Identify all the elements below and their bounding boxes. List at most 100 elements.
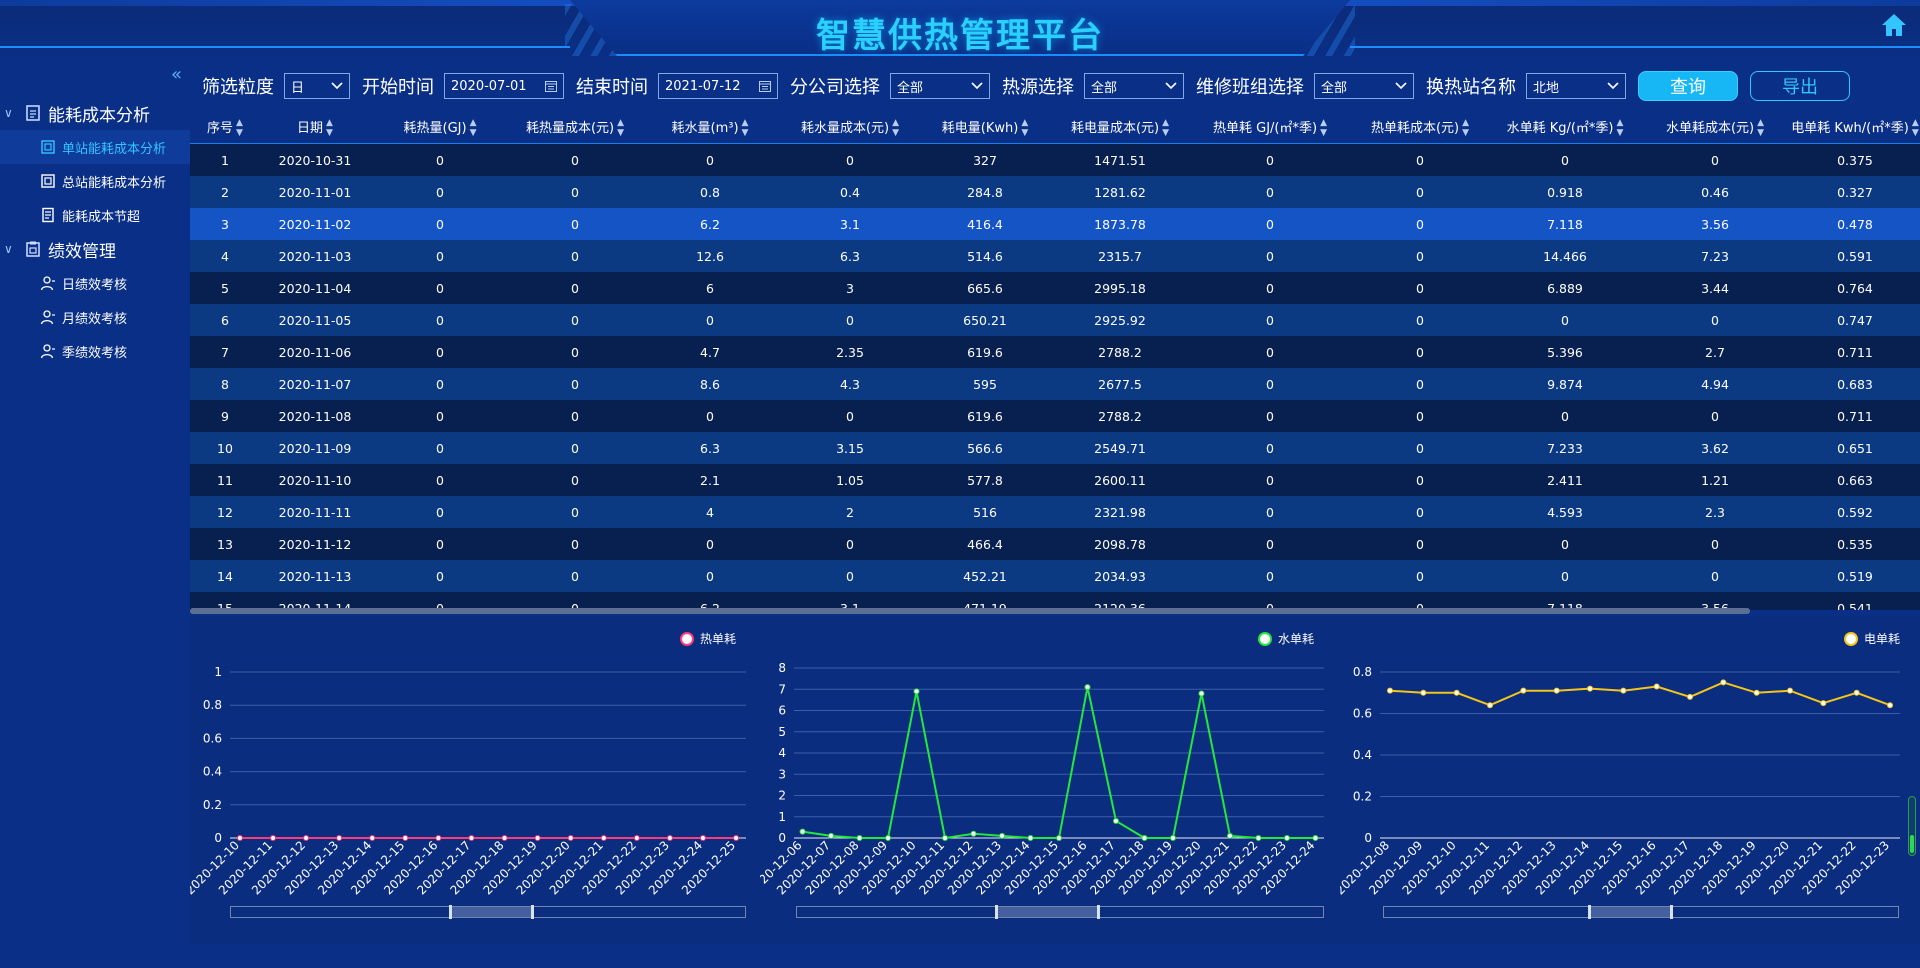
column-header[interactable]: 水单耗 Kg/(㎡*季) ▲ ▼ [1490,117,1640,138]
vertical-scrollbar[interactable] [1908,796,1916,856]
sidebar-item-daily-performance[interactable]: 日绩效考核 [0,266,190,300]
table-horizontal-scrollbar[interactable] [190,608,1750,614]
column-header-label: 耗水量(m³) [671,120,739,136]
sort-icon[interactable]: ▲ ▼ [742,118,749,138]
table-row[interactable]: 2 2020-11-01 0 0 0.8 0.4 284.8 1281.62 0 0 0.918 0.… [190,176,1920,208]
sort-icon[interactable]: ▲ ▼ [1320,118,1327,138]
table-cell: 0 [436,184,444,200]
column-header[interactable]: 耗电量(Kwh) ▲ ▼ [920,117,1050,138]
sort-icon[interactable]: ▲ ▼ [236,118,243,138]
sort-icon[interactable]: ▲ ▼ [617,118,624,138]
zoom-slider-window[interactable] [1590,907,1672,917]
table-cell: 0.711 [1837,408,1873,424]
repair-team-select[interactable]: 全部 [1314,73,1414,99]
table-row[interactable]: 6 2020-11-05 0 0 0 0 650.21 2925.92 0 0 0 0 0.747 [190,304,1920,336]
sort-icon[interactable]: ▲ ▼ [1462,118,1469,138]
menu-group-performance[interactable]: ∨ 绩效管理 [0,232,190,266]
zoom-handle-right[interactable] [1097,905,1100,919]
table-row[interactable]: 12 2020-11-11 0 0 4 2 516 2321.98 0 0 4.593 2.3 0.59… [190,496,1920,528]
table-cell: 0 [1266,184,1274,200]
table-row[interactable]: 1 2020-10-31 0 0 0 0 327 1471.51 0 0 0 0 0.375 [190,144,1920,176]
station-icon [41,174,55,188]
zoom-handle-right[interactable] [1670,905,1673,919]
sort-icon[interactable]: ▲ ▼ [1021,118,1028,138]
table-row[interactable]: 10 2020-11-09 0 0 6.3 3.15 566.6 2549.71 0 0 7.233… [190,432,1920,464]
column-header[interactable]: 耗水量(m³) ▲ ▼ [640,117,780,138]
column-header[interactable]: 耗电量成本(元) ▲ ▼ [1050,117,1190,138]
sidebar-item-single-station-cost[interactable]: 单站能耗成本分析 [0,130,190,164]
table-row[interactable]: 9 2020-11-08 0 0 0 0 619.6 2788.2 0 0 0 0 0.711 [190,400,1920,432]
zoom-slider-window[interactable] [451,907,533,917]
sidebar-item-cost-saving[interactable]: 能耗成本节超 [0,198,190,232]
table-row[interactable]: 11 2020-11-10 0 0 2.1 1.05 577.8 2600.11 0 0 2.411… [190,464,1920,496]
column-header[interactable]: 耗热量(GJ) ▲ ▼ [370,117,510,138]
query-button[interactable]: 查询 [1638,71,1738,101]
granularity-select[interactable]: 日 [284,73,350,99]
sort-icon[interactable]: ▲ ▼ [892,118,899,138]
table-cell: 2020-10-31 [278,152,352,168]
sort-icon[interactable]: ▲ ▼ [326,118,333,138]
sidebar-item-quarterly-performance[interactable]: 季绩效考核 [0,334,190,368]
sort-icon[interactable]: ▲ ▼ [1757,118,1764,138]
column-header[interactable]: 耗热量成本(元) ▲ ▼ [510,117,640,138]
table-row[interactable]: 3 2020-11-02 0 0 6.2 3.1 416.4 1873.78 0 0 7.118 3.… [190,208,1920,240]
company-select[interactable]: 全部 [890,73,990,99]
menu-group-energy-cost[interactable]: ∨ 能耗成本分析 [0,96,190,130]
table-cell: 2600.11 [1094,472,1146,488]
zoom-handle-left[interactable] [449,905,452,919]
zoom-slider[interactable] [230,905,746,919]
column-header-label: 电单耗 Kwh/(㎡*季) [1791,120,1909,136]
y-tick-label: 0.4 [1353,748,1372,762]
table-cell: 0 [1711,312,1719,328]
sort-icon[interactable]: ▲ ▼ [1617,118,1624,138]
table-cell: 0.327 [1837,184,1873,200]
start-date-input[interactable]: 2020-07-01 [444,73,564,99]
chevron-down-icon [1165,82,1177,90]
scrollbar-thumb[interactable] [1910,835,1914,853]
table-cell: 577.8 [967,472,1003,488]
table-row[interactable]: 5 2020-11-04 0 0 6 3 665.6 2995.18 0 0 6.889 3.44 0.… [190,272,1920,304]
column-header[interactable]: 耗水量成本(元) ▲ ▼ [780,117,920,138]
table-cell: 0 [706,568,714,584]
table-cell: 0 [1561,152,1569,168]
table-cell: 0 [1561,312,1569,328]
column-header[interactable]: 热单耗成本(元) ▲ ▼ [1350,117,1490,138]
sidebar-item-total-station-cost[interactable]: 总站能耗成本分析 [0,164,190,198]
export-button[interactable]: 导出 [1750,71,1850,101]
end-date-input[interactable]: 2021-07-12 [658,73,778,99]
scrollbar-thumb[interactable] [190,608,1750,614]
station-name-select[interactable]: 北地 [1526,73,1626,99]
heat-source-select[interactable]: 全部 [1084,73,1184,99]
sort-icon[interactable]: ▲ ▼ [1912,118,1919,138]
table-cell: 1 [221,152,229,168]
zoom-handle-left[interactable] [995,905,998,919]
zoom-slider[interactable] [1383,905,1899,919]
table-cell: 2.411 [1547,472,1583,488]
data-point [1226,832,1233,839]
zoom-slider-window[interactable] [997,907,1099,917]
sort-icon[interactable]: ▲ ▼ [1162,118,1169,138]
table-row[interactable]: 13 2020-11-12 0 0 0 0 466.4 2098.78 0 0 0 0 0.535 [190,528,1920,560]
zoom-slider[interactable] [796,905,1324,919]
zoom-handle-right[interactable] [531,905,534,919]
electricity-consumption-chart: 电单耗 0 0.2 0.4 0.6 0.8 2020-12-08 2020-12-09 202… [1340,616,1920,946]
table-row[interactable]: 14 2020-11-13 0 0 0 0 452.21 2034.93 0 0 0 0 0.519 [190,560,1920,592]
sort-icon[interactable]: ▲ ▼ [470,118,477,138]
home-icon[interactable] [1880,12,1908,38]
sidebar-item-monthly-performance[interactable]: 月绩效考核 [0,300,190,334]
collapse-sidebar-icon[interactable]: « [171,64,182,85]
column-header[interactable]: 电单耗 Kwh/(㎡*季) ▲ ▼ [1790,117,1920,138]
table-row[interactable]: 7 2020-11-06 0 0 4.7 2.35 619.6 2788.2 0 0 5.396 2.… [190,336,1920,368]
data-point [970,830,977,837]
table-row[interactable]: 8 2020-11-07 0 0 8.6 4.3 595 2677.5 0 0 9.874 4.94 0… [190,368,1920,400]
chevron-down-icon [1607,82,1619,90]
table-cell: 466.4 [967,536,1003,552]
column-header[interactable]: 热单耗 GJ/(㎡*季) ▲ ▼ [1190,117,1350,138]
table-cell: 0 [1561,536,1569,552]
column-header[interactable]: 日期 ▲ ▼ [260,117,370,138]
column-header[interactable]: 序号 ▲ ▼ [190,117,260,138]
table-cell: 0.747 [1837,312,1873,328]
table-row[interactable]: 4 2020-11-03 0 0 12.6 6.3 514.6 2315.7 0 0 14.466 7… [190,240,1920,272]
column-header[interactable]: 水单耗成本(元) ▲ ▼ [1640,117,1790,138]
zoom-handle-left[interactable] [1588,905,1591,919]
